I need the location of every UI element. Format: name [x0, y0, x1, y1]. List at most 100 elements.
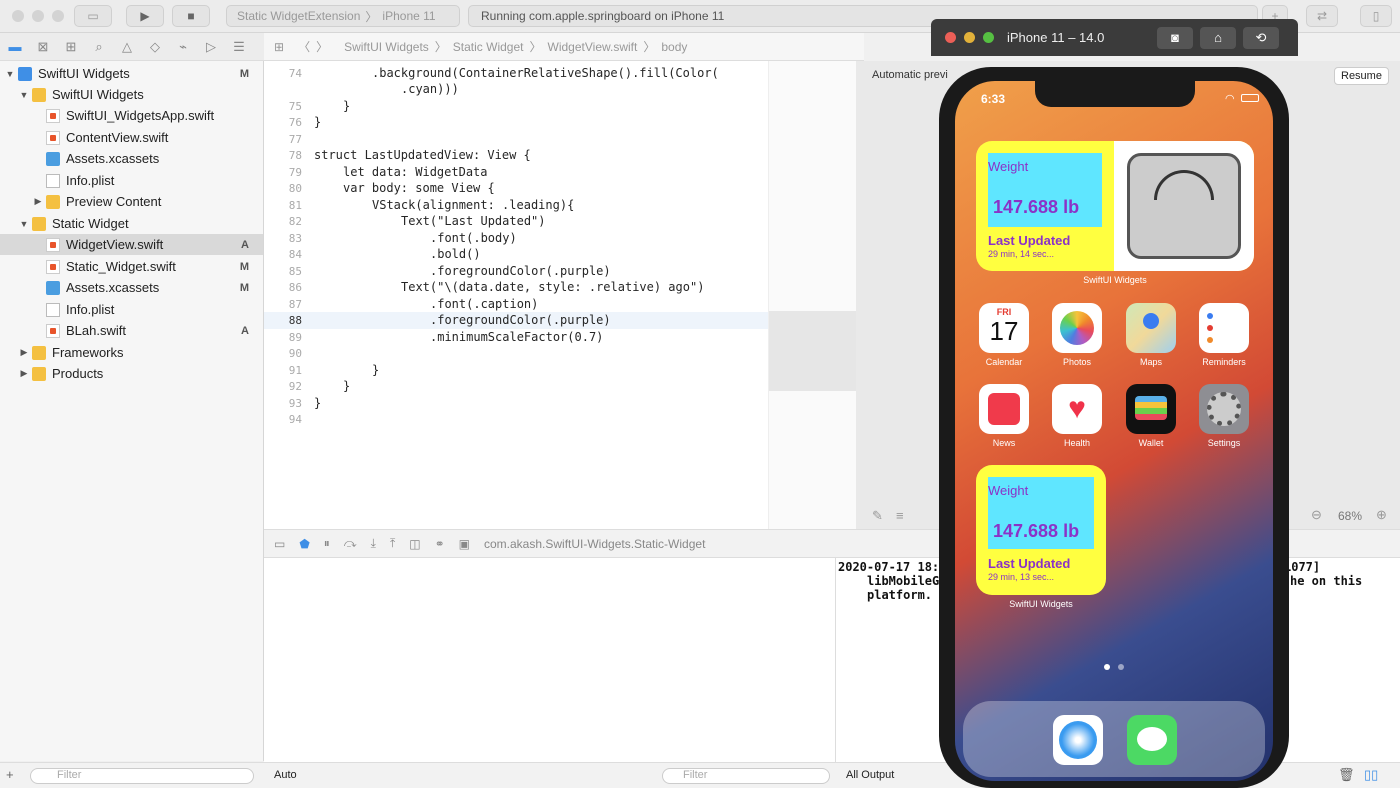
photos-app-icon[interactable] — [1052, 303, 1102, 353]
nav-item-group[interactable]: ▶ Preview Content — [0, 191, 263, 212]
step-out-icon[interactable]: ⤒ — [390, 536, 395, 551]
line-number: 94 — [288, 413, 302, 426]
back-icon[interactable]: 〈 — [298, 38, 310, 55]
nav-item-label: Frameworks — [52, 345, 124, 360]
hide-debug-icon[interactable]: ▭ — [274, 537, 285, 551]
navigator-filter-input[interactable]: Filter — [30, 768, 254, 784]
related-items-icon[interactable]: ⊞ — [274, 40, 284, 54]
swift-file-icon — [46, 323, 60, 338]
swift-file-icon — [46, 130, 60, 145]
report-icon[interactable]: ☰ — [230, 39, 248, 55]
nav-item-file[interactable]: ContentView.swift — [0, 127, 263, 148]
code-review-icon[interactable]: ⇄ — [1306, 5, 1338, 27]
pause-icon[interactable]: ⏸ — [324, 536, 330, 551]
add-icon[interactable]: + — [6, 767, 14, 782]
page-dot[interactable] — [1118, 664, 1124, 670]
zoom-level: 68% — [1338, 509, 1363, 523]
home-icon[interactable]: ⌂ — [1200, 27, 1236, 49]
breadcrumb-symbol[interactable]: body — [661, 40, 687, 54]
zoom-in-icon[interactable]: ⊕ — [1376, 507, 1387, 523]
nav-item-project[interactable]: ▼ SwiftUI Widgets M — [0, 63, 263, 84]
navigator-toggle-icon[interactable]: ▭ — [74, 5, 112, 27]
screenshot-icon[interactable]: ◙ — [1157, 27, 1193, 49]
nav-item-file[interactable]: Info.plist — [0, 299, 263, 320]
folder-icon[interactable]: ▬ — [6, 39, 24, 54]
step-into-icon[interactable]: ⤓ — [371, 536, 376, 551]
minimap-viewport[interactable] — [769, 311, 857, 391]
page-dot-active[interactable] — [1104, 664, 1110, 670]
nav-item-file[interactable]: BLah.swift A — [0, 320, 263, 341]
minimize-window-button[interactable] — [964, 32, 975, 43]
forward-icon[interactable]: 〉 — [316, 38, 328, 55]
symbol-icon[interactable]: ⊞ — [62, 39, 80, 55]
source-control-icon[interactable]: ⊠ — [34, 39, 52, 55]
reminders-app-icon[interactable] — [1199, 303, 1249, 353]
inspector-toggle-icon[interactable]: ▯ — [1360, 5, 1392, 27]
scale-icon — [1127, 153, 1241, 259]
line-number: 74 — [288, 67, 302, 80]
maps-app-icon[interactable] — [1126, 303, 1176, 353]
settings-app-icon[interactable] — [1199, 384, 1249, 434]
stop-icon[interactable]: ■ — [172, 5, 210, 27]
messages-app-icon[interactable] — [1127, 715, 1177, 765]
auto-selector[interactable]: Auto — [274, 769, 297, 781]
zoom-window-button[interactable] — [983, 32, 994, 43]
breadcrumb-folder[interactable]: Static Widget — [453, 40, 524, 54]
adjust-icon[interactable]: ≡ — [896, 508, 904, 523]
nav-item-file[interactable]: Static_Widget.swift M — [0, 256, 263, 277]
nav-item-label: SwiftUI Widgets — [52, 87, 144, 102]
issue-icon[interactable]: △ — [118, 39, 136, 55]
trash-icon[interactable]: 🗑 — [1338, 767, 1355, 783]
nav-item-group[interactable]: ▶ Products — [0, 363, 263, 384]
nav-item-group[interactable]: ▼ Static Widget — [0, 213, 263, 234]
find-icon[interactable]: ⌕ — [90, 39, 108, 55]
nav-item-file[interactable]: Assets.xcassets M — [0, 277, 263, 298]
variables-view[interactable] — [264, 558, 836, 762]
wallet-app-icon[interactable] — [1126, 384, 1176, 434]
weight-widget-medium[interactable]: Weight 147.688 lb Last Updated 29 min, 1… — [976, 141, 1254, 271]
nav-item-file-selected[interactable]: WidgetView.swift A — [0, 234, 263, 255]
calendar-app-icon[interactable]: FRI 17 — [979, 303, 1029, 353]
nav-item-file[interactable]: Assets.xcassets — [0, 148, 263, 169]
console-line: he on this — [1290, 574, 1363, 588]
weight-widget-small[interactable]: Weight 147.688 lb Last Updated 29 min, 1… — [976, 465, 1106, 595]
memory-graph-icon[interactable]: ⚭ — [435, 537, 445, 551]
output-selector[interactable]: All Output — [846, 769, 894, 781]
nav-item-file[interactable]: Info.plist — [0, 170, 263, 191]
pin-icon[interactable]: ✎ — [872, 508, 883, 524]
code-line: } — [343, 99, 351, 113]
rotate-icon[interactable]: ⟲ — [1243, 27, 1279, 49]
zoom-out-icon[interactable]: ⊖ — [1311, 507, 1322, 523]
nav-item-group[interactable]: ▶ Frameworks — [0, 342, 263, 363]
nav-item-file[interactable]: SwiftUI_WidgetsApp.swift — [0, 105, 263, 126]
breadcrumb-file[interactable]: WidgetView.swift — [548, 40, 638, 54]
nav-item-group[interactable]: ▼ SwiftUI Widgets — [0, 84, 263, 105]
close-window-button[interactable] — [12, 10, 24, 22]
breakpoints-icon[interactable]: ⬟ — [299, 537, 309, 551]
news-app-icon[interactable] — [979, 384, 1029, 434]
breadcrumb-project[interactable]: SwiftUI Widgets — [344, 40, 429, 54]
close-window-button[interactable] — [945, 32, 956, 43]
health-app-icon[interactable]: ♥ — [1052, 384, 1102, 434]
breakpoint-icon[interactable]: ▷ — [202, 39, 220, 55]
settings-gear — [1207, 392, 1241, 426]
line-number: 92 — [288, 380, 302, 393]
line-number: 78 — [288, 149, 302, 162]
zoom-window-button[interactable] — [52, 10, 64, 22]
code-line: } — [314, 115, 322, 129]
minimap[interactable] — [768, 61, 857, 529]
debug-icon[interactable]: ⌁ — [174, 39, 192, 55]
scheme-selector[interactable]: Static WidgetExtension 〉 iPhone 11 — [226, 5, 460, 27]
test-icon[interactable]: ◇ — [146, 39, 164, 55]
variables-filter-input[interactable]: Filter — [662, 768, 830, 784]
view-debugger-icon[interactable]: ◫ — [409, 537, 420, 551]
safari-app-icon[interactable] — [1053, 715, 1103, 765]
environment-icon[interactable]: ▣ — [459, 537, 470, 551]
code-editor[interactable]: 74 .background(ContainerRelativeShape().… — [264, 61, 768, 529]
home-screen[interactable]: 6:33 ◠ Weight 147.688 lb Last Updated 29… — [955, 81, 1273, 781]
minimize-window-button[interactable] — [32, 10, 44, 22]
split-view-icon[interactable]: ▯▯ — [1364, 767, 1378, 783]
resume-button[interactable]: Resume — [1334, 67, 1389, 85]
run-icon[interactable]: ▶ — [126, 5, 164, 27]
step-over-icon[interactable]: ⤼ — [344, 536, 357, 551]
